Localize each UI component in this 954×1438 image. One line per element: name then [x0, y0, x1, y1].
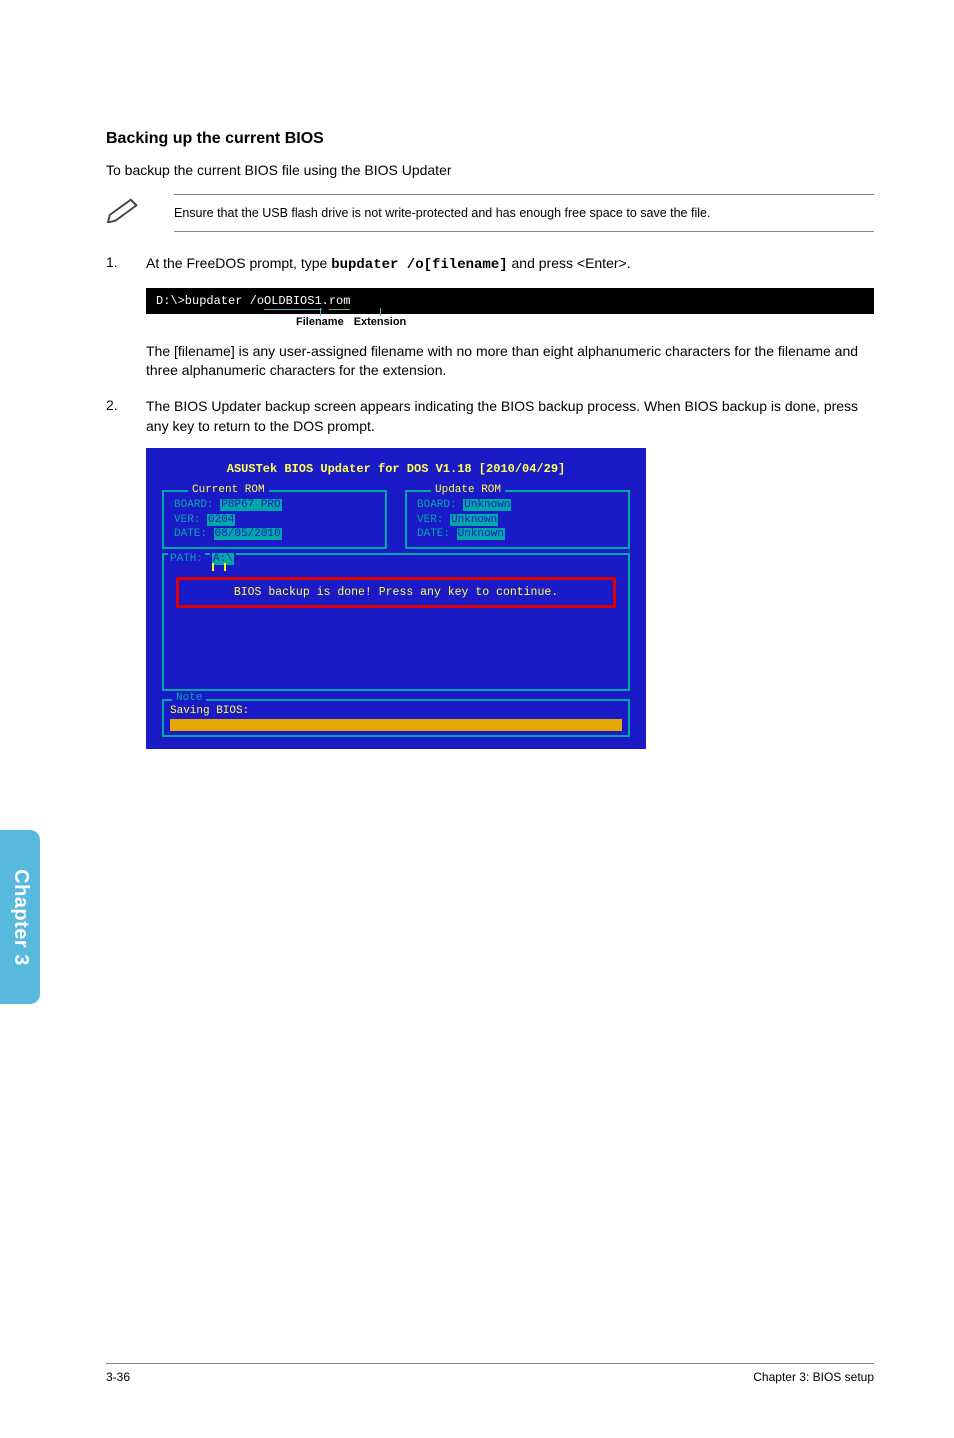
cur-board-lbl: BOARD: — [174, 499, 220, 511]
filename-label: Filename — [296, 316, 344, 328]
extension-label: Extension — [354, 316, 407, 328]
bios-backup-banner: BIOS backup is done! Press any key to co… — [176, 577, 616, 608]
page-number: 3-36 — [106, 1370, 130, 1384]
intro-text: To backup the current BIOS file using th… — [106, 162, 874, 178]
prompt-ext: rom — [329, 294, 351, 310]
path-ticks — [212, 563, 226, 571]
page-footer: 3-36 Chapter 3: BIOS setup — [106, 1363, 874, 1384]
step2-text: The BIOS Updater backup screen appears i… — [146, 397, 874, 436]
bios-title: ASUSTek BIOS Updater for DOS V1.18 [2010… — [162, 462, 630, 476]
note-pencil-icon — [106, 194, 144, 222]
step1-note: The [filename] is any user-assigned file… — [146, 342, 874, 381]
filename-labels: Filename Extension — [296, 316, 874, 328]
current-rom-legend: Current ROM — [188, 484, 269, 496]
chapter-side-tab: Chapter 3 — [0, 830, 40, 1004]
cur-board-val: P8P67 PRO — [220, 499, 281, 511]
progress-bar — [170, 719, 622, 731]
step-1: 1. At the FreeDOS prompt, type bupdater … — [106, 254, 874, 276]
step-number: 1. — [106, 254, 146, 276]
upd-ver-lbl: VER: — [417, 514, 450, 526]
path-label: PATH: — [168, 553, 205, 565]
dos-prompt-box: D:\>bupdater /oOLDBIOS1.rom — [146, 288, 874, 314]
update-rom-box: Update ROM BOARD: Unknown VER: Unknown D… — [405, 490, 630, 549]
prompt-prefix: D:\>bupdater /o — [156, 294, 264, 308]
note-legend: Note — [172, 692, 206, 704]
step1-post: and press <Enter>. — [508, 255, 631, 271]
section-heading: Backing up the current BIOS — [106, 130, 874, 148]
step1-pre: At the FreeDOS prompt, type — [146, 255, 331, 271]
path-box: PATH: A:\ BIOS backup is done! Press any… — [162, 553, 630, 691]
update-rom-legend: Update ROM — [431, 484, 505, 496]
current-rom-box: Current ROM BOARD: P8P67 PRO VER: 0204 D… — [162, 490, 387, 549]
cur-date-lbl: DATE: — [174, 528, 214, 540]
step-2: 2. The BIOS Updater backup screen appear… — [106, 397, 874, 436]
upd-date-val: Unknown — [457, 528, 505, 540]
step1-cmd: bupdater /o[filename] — [331, 257, 507, 273]
chapter-label: Chapter 3 — [9, 869, 32, 966]
step-number: 2. — [106, 397, 146, 436]
upd-ver-val: Unknown — [450, 514, 498, 526]
cur-ver-val: 0204 — [207, 514, 235, 526]
bios-updater-screen: ASUSTek BIOS Updater for DOS V1.18 [2010… — [146, 448, 646, 749]
note-text: Ensure that the USB flash drive is not w… — [174, 194, 874, 232]
upd-board-val: Unknown — [463, 499, 511, 511]
cur-date-val: 08/05/2010 — [214, 528, 282, 540]
upd-date-lbl: DATE: — [417, 528, 457, 540]
chapter-title: Chapter 3: BIOS setup — [753, 1370, 874, 1384]
saving-bios-label: Saving BIOS: — [170, 705, 622, 717]
bios-note-box: Note Saving BIOS: — [162, 699, 630, 737]
cur-ver-lbl: VER: — [174, 514, 207, 526]
prompt-dot: . — [322, 294, 329, 308]
prompt-filename: OLDBIOS1 — [264, 294, 322, 310]
upd-board-lbl: BOARD: — [417, 499, 463, 511]
